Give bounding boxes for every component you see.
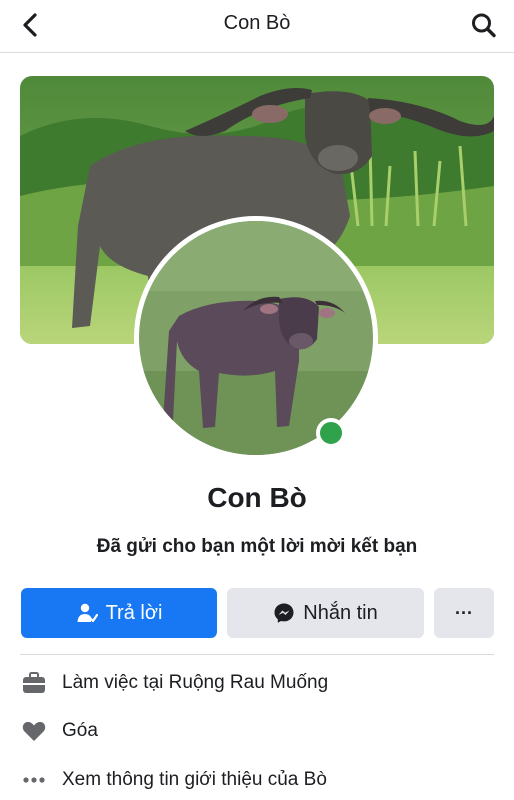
messenger-icon — [274, 603, 294, 623]
message-button[interactable]: Nhắn tin — [227, 588, 424, 638]
search-icon[interactable] — [470, 10, 498, 40]
detail-row-see-about[interactable]: Xem thông tin giới thiệu của Bò — [20, 765, 327, 795]
briefcase-icon — [20, 669, 48, 697]
message-label: Nhắn tin — [303, 601, 378, 624]
person-reply-icon — [77, 603, 98, 623]
detail-row-relationship: Góa — [20, 716, 98, 746]
more-dots-icon — [20, 766, 48, 794]
relationship-label: Góa — [62, 720, 98, 741]
reply-label: Trả lời — [105, 601, 163, 624]
work-label: Làm việc tại Ruộng Rau Muống — [62, 672, 329, 693]
detail-row-work: Làm việc tại Ruộng Rau Muống — [20, 668, 328, 698]
section-divider — [20, 654, 494, 655]
see-about-label[interactable]: Xem thông tin giới thiệu của Bò — [62, 769, 327, 791]
profile-name: Con Bò — [207, 482, 307, 513]
top-navigation-bar: Con Bò — [0, 0, 514, 53]
friend-request-status: Đã gửi cho bạn một lời mời kết bạn — [96, 536, 418, 557]
more-dots-icon: ··· — [455, 602, 473, 623]
reply-button[interactable]: Trả lời — [21, 588, 217, 638]
page-title: Con Bò — [223, 12, 291, 34]
online-status-dot — [316, 418, 346, 448]
more-options-button[interactable]: ··· — [434, 588, 494, 638]
heart-icon — [20, 717, 48, 745]
